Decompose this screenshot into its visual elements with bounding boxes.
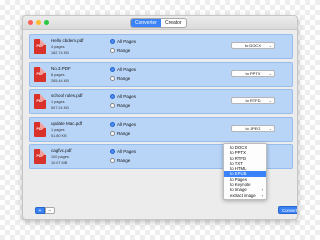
minimize-window-button[interactable] <box>36 20 41 25</box>
file-size: 51.80 KB <box>51 133 67 138</box>
zoom-window-button[interactable] <box>44 20 49 25</box>
file-name: school rules.pdf <box>51 93 83 98</box>
range-label: Range <box>117 75 131 81</box>
radio-all-pages[interactable] <box>110 121 115 127</box>
pdf-file-icon: PDF <box>34 94 46 109</box>
file-row[interactable]: PDF No.3.PDF 8 pages 265.44 KB All Pages… <box>29 61 293 87</box>
format-select-value: to DOCX <box>244 43 261 48</box>
radio-range[interactable] <box>110 158 115 163</box>
range-option[interactable]: Range <box>110 75 131 81</box>
mode-segmented-control: Converter Creator <box>130 18 187 28</box>
range-label: Range <box>117 48 131 53</box>
file-pages: 8 pages <box>51 72 65 77</box>
tab-converter[interactable]: Converter <box>131 19 161 27</box>
format-dropdown-menu: to DOCX to PPTX to RTFD to TXT to HTML t… <box>223 143 267 200</box>
chevron-updown-icon: ⌄ <box>268 125 272 131</box>
file-name: No.3.PDF <box>51 65 71 71</box>
tab-creator[interactable]: Creator <box>161 19 186 27</box>
file-pages: 100 pages <box>51 155 69 159</box>
all-pages-option[interactable]: All Pages <box>110 94 136 99</box>
file-name: Hello cbdem.pdf <box>51 38 84 43</box>
all-pages-label: All Pages <box>117 149 137 154</box>
range-option[interactable]: Range <box>110 158 130 163</box>
range-option[interactable]: Range <box>110 103 130 108</box>
chevron-updown-icon: ⌄ <box>268 70 272 76</box>
window-controls <box>28 20 49 25</box>
radio-all-pages[interactable] <box>110 149 115 154</box>
pdf-file-icon: PDF <box>34 66 46 82</box>
file-size: 10.07 MB <box>51 161 68 165</box>
all-pages-label: All Pages <box>117 39 137 44</box>
file-pages: 1 pages <box>51 127 65 132</box>
radio-range[interactable] <box>110 103 115 108</box>
file-pages: 4 pages <box>51 45 65 49</box>
remove-file-button[interactable]: − <box>45 207 55 214</box>
format-select[interactable]: to DOCX ⌄ <box>231 42 275 49</box>
range-option[interactable]: Range <box>110 130 131 136</box>
file-row[interactable]: PDF Hello cbdem.pdf 4 pages 162.74 KB Al… <box>29 34 293 59</box>
all-pages-label: All Pages <box>117 121 137 127</box>
file-row[interactable]: PDF school rules.pdf 1 pages 507.24 KB A… <box>29 89 293 114</box>
chevron-updown-icon: ⌄ <box>268 98 272 103</box>
pdf-file-icon: PDF <box>34 121 46 137</box>
pdf-file-icon: PDF <box>34 39 46 54</box>
radio-range[interactable] <box>110 130 115 136</box>
radio-all-pages[interactable] <box>110 39 115 44</box>
format-select-value: to JPEG <box>245 125 261 131</box>
all-pages-option[interactable]: All Pages <box>110 66 137 72</box>
file-row[interactable]: PDF update Mac.pdf 1 pages 51.80 KB All … <box>29 116 293 142</box>
chevron-updown-icon: ⌄ <box>268 43 272 48</box>
range-label: Range <box>117 130 131 136</box>
format-select-value: to RTFD <box>245 98 261 103</box>
file-name: cagfvc.pdf <box>51 148 72 153</box>
range-label: Range <box>117 158 131 163</box>
add-remove-control: + − <box>35 207 55 214</box>
file-name: update Mac.pdf <box>51 120 83 126</box>
all-pages-label: All Pages <box>117 66 137 72</box>
radio-range[interactable] <box>110 48 115 53</box>
radio-all-pages[interactable] <box>110 66 115 72</box>
range-option[interactable]: Range <box>110 48 130 53</box>
all-pages-option[interactable]: All Pages <box>110 121 137 127</box>
all-pages-option[interactable]: All Pages <box>110 39 136 44</box>
file-size: 162.74 KB <box>51 51 69 55</box>
add-file-button[interactable]: + <box>35 207 45 214</box>
all-pages-option[interactable]: All Pages <box>110 149 136 154</box>
format-select[interactable]: to PPTX ⌄ <box>231 69 275 77</box>
range-label: Range <box>117 103 131 108</box>
radio-all-pages[interactable] <box>110 94 115 99</box>
all-pages-label: All Pages <box>117 94 137 99</box>
pdf-file-icon: PDF <box>34 149 46 164</box>
menu-item-extract-image[interactable]: extract image <box>224 193 266 199</box>
file-size: 265.44 KB <box>51 78 69 83</box>
title-bar: Converter Creator <box>23 16 297 30</box>
radio-range[interactable] <box>110 75 115 81</box>
convert-button[interactable]: Convert <box>278 206 297 214</box>
file-size: 507.24 KB <box>51 106 69 110</box>
format-select[interactable]: to JPEG ⌄ <box>231 124 275 132</box>
format-select-value: to PPTX <box>245 70 261 76</box>
close-window-button[interactable] <box>28 20 33 25</box>
file-pages: 1 pages <box>51 100 65 104</box>
format-select[interactable]: to RTFD ⌄ <box>231 97 275 104</box>
